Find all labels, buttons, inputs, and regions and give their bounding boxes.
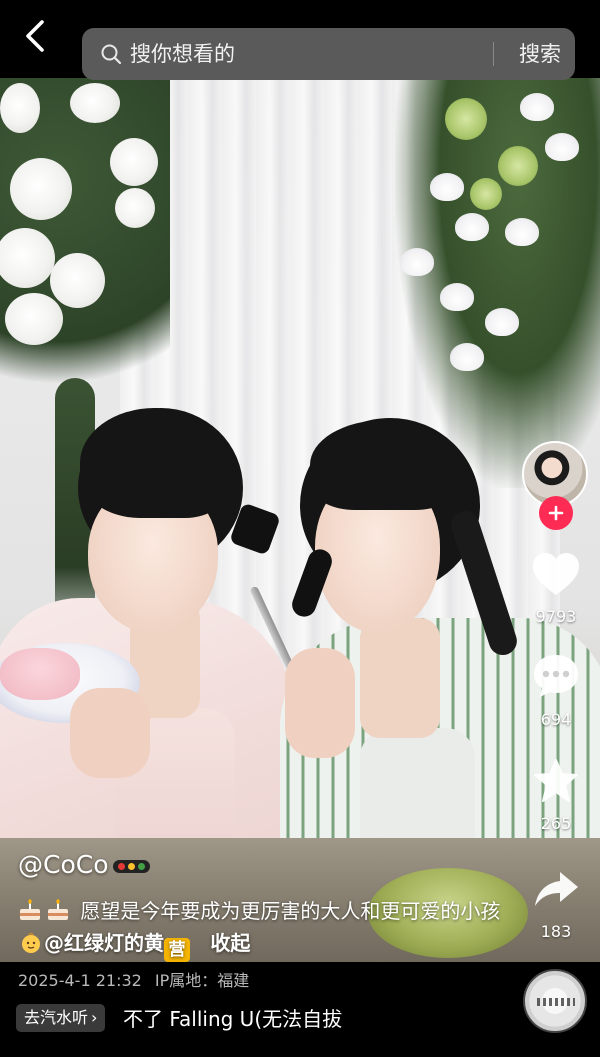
follow-button[interactable] [539,496,573,530]
white-rose [50,253,105,308]
orchid [450,343,484,371]
favorite-count: 265 [540,814,572,833]
video-screen: 搜你想看的 搜索 9793 694 265 183 @CoCo 愿望是今年要成为… [0,0,600,1057]
orchid [545,133,579,161]
disc-label-icon [537,998,575,1006]
white-rose [115,188,155,228]
comment-count: 694 [540,710,572,729]
orchid [440,283,474,311]
white-rose [110,138,158,186]
search-button[interactable]: 搜索 [505,28,575,80]
post-meta: 2025-4-1 21:32 IP属地：福建 [18,967,249,991]
search-icon [101,44,122,65]
author-handle[interactable]: @CoCo [18,850,109,879]
star-icon[interactable] [531,757,581,805]
green-rose [498,146,538,186]
bangs-left [80,408,230,518]
like-count: 9793 [535,607,577,626]
music-disc[interactable] [523,969,587,1033]
orchid [520,93,554,121]
bangs-right [310,420,460,510]
collapse-button[interactable]: 收起 [210,931,250,955]
share-count: 183 [540,922,572,941]
neck-right [360,618,440,738]
share-icon[interactable] [531,866,581,914]
yellow-badge-icon: 营 [164,938,190,962]
green-rose [470,178,502,210]
comment-icon[interactable] [531,652,581,700]
white-rose [0,83,40,133]
chevron-right-icon: › [91,1008,98,1027]
orchid [430,173,464,201]
orchid [455,213,489,241]
search-bar[interactable]: 搜你想看的 搜索 [82,28,575,80]
search-input[interactable]: 搜你想看的 [130,28,235,80]
description-text: 愿望是今年要成为更厉害的大人和更可爱的小孩 [80,899,501,923]
white-rose [5,293,63,345]
cake-emoji [20,899,40,920]
orchid [400,248,434,276]
heart-icon[interactable] [531,551,581,599]
ip-location: IP属地：福建 [154,971,250,990]
white-rose [10,158,72,220]
hand-right [285,648,355,758]
white-rose [70,83,120,123]
orchid [505,218,539,246]
green-rose [445,98,487,140]
back-arrow-icon [26,20,44,52]
author-name[interactable]: @CoCo [18,850,150,879]
post-date: 2025-4-1 21:32 [18,971,142,990]
orchid [485,308,519,336]
cake-emoji [48,899,68,920]
post-description[interactable]: 愿望是今年要成为更厉害的大人和更可爱的小孩 @红绿灯的黄营 收起 [18,895,518,962]
pink-cake [0,648,80,700]
hand-left [70,688,150,778]
plus-icon [548,505,564,521]
mention-link[interactable]: @红绿灯的黄 [44,931,164,955]
baby-emoji [22,932,40,953]
search-divider [493,42,494,66]
music-track[interactable]: 不了 Falling U(无法自拔 [123,1004,363,1034]
back-button[interactable] [18,16,54,56]
traffic-light-icon [112,859,150,873]
listen-in-app-button[interactable]: 去汽水听 › [16,1004,106,1032]
top-bar: 搜你想看的 搜索 [0,0,600,80]
video-player[interactable] [0,78,600,968]
bottom-bar: 2025-4-1 21:32 IP属地：福建 去汽水听 › 不了 Falling … [0,962,600,1057]
listen-in-app-label: 去汽水听 [24,1008,89,1027]
